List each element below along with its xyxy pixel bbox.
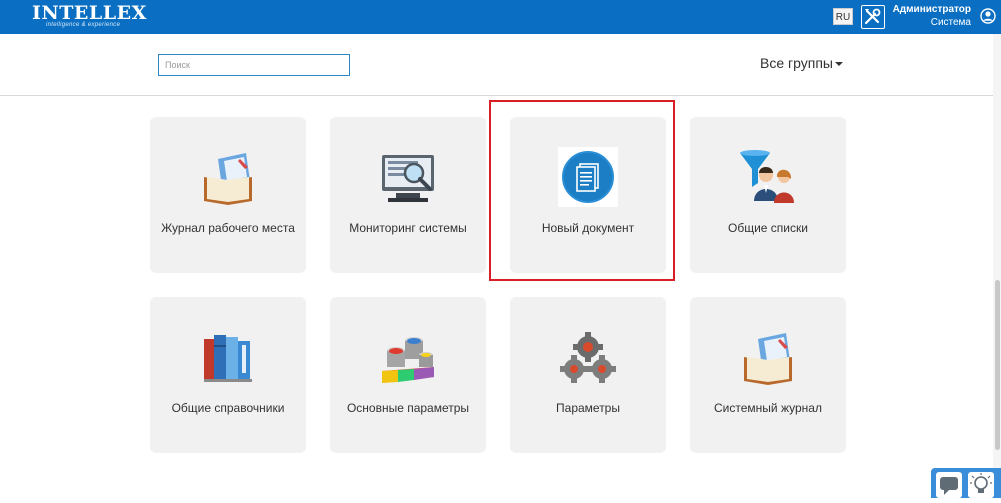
chevron-down-icon — [834, 62, 843, 67]
intellex-logo[interactable]: INTELLEX intelligence & experience — [32, 3, 146, 31]
logo-tagline: intelligence & experience — [46, 22, 121, 28]
tile-label: Параметры — [556, 401, 620, 415]
books-icon — [198, 327, 258, 387]
tile-system-monitoring[interactable]: Мониторинг системы — [330, 117, 486, 273]
top-bar: INTELLEX intelligence & experience RU Ад… — [0, 0, 1001, 34]
scrollbar-thumb[interactable] — [995, 280, 1000, 450]
user-account-icon[interactable] — [980, 8, 996, 24]
help-widget — [931, 468, 1001, 498]
journal-book-icon — [738, 327, 798, 387]
journal-book-icon — [198, 147, 258, 207]
tools-icon[interactable] — [861, 5, 885, 29]
tile-system-journal[interactable]: Системный журнал — [690, 297, 846, 453]
chat-icon[interactable] — [936, 472, 962, 498]
tile-label: Мониторинг системы — [349, 221, 467, 235]
tile-parameters[interactable]: Параметры — [510, 297, 666, 453]
search-input[interactable] — [158, 54, 350, 76]
tile-workplace-journal[interactable]: Журнал рабочего места — [150, 117, 306, 273]
tile-label: Общие справочники — [171, 401, 285, 415]
search-row: Все группы — [0, 34, 1001, 96]
groups-label: Все группы — [760, 55, 833, 71]
user-name[interactable]: Администратор — [893, 4, 971, 15]
tile-main-parameters[interactable]: Основные параметры — [330, 297, 486, 453]
user-role: Система — [930, 17, 971, 28]
tile-common-references[interactable]: Общие справочники — [150, 297, 306, 453]
groups-dropdown[interactable]: Все группы — [760, 55, 843, 71]
tile-label: Основные параметры — [346, 401, 470, 415]
tile-label: Системный журнал — [714, 401, 822, 415]
tile-label: Общие списки — [728, 221, 808, 235]
language-switch[interactable]: RU — [833, 8, 853, 25]
tile-common-lists[interactable]: Общие списки — [690, 117, 846, 273]
monitor-magnifier-icon — [378, 147, 438, 207]
tile-label: Журнал рабочего места — [161, 221, 295, 235]
gears-icon — [558, 327, 618, 387]
logo-text: INTELLEX — [32, 2, 147, 24]
selection-highlight — [489, 100, 675, 281]
paint-cans-icon — [378, 327, 438, 387]
filter-users-icon — [738, 147, 798, 207]
lightbulb-icon[interactable] — [968, 472, 994, 498]
